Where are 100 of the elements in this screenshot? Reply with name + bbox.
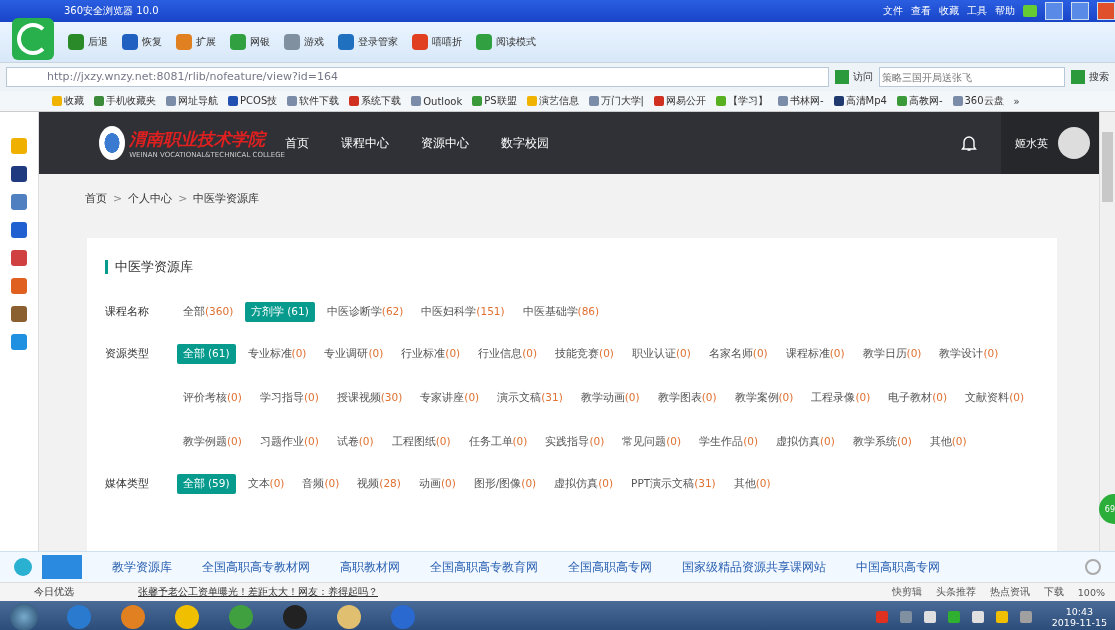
menu-item[interactable]: 帮助 [995,4,1015,18]
filter-option[interactable]: 专业标准(0) [241,344,313,364]
scrollbar[interactable] [1099,112,1115,551]
site-link[interactable]: 高职教材网 [340,558,400,576]
toolbar-button[interactable]: 游戏 [284,34,324,50]
filter-option[interactable]: 试卷(0) [330,432,380,452]
site-link[interactable]: 全国高职高专教育网 [430,558,538,576]
status-tool[interactable]: 下载 [1043,585,1064,599]
filter-option[interactable]: 专家讲座(0) [414,388,486,408]
status-tool[interactable]: 热点资讯 [989,585,1030,599]
menu-item[interactable]: 工具 [967,4,987,18]
bookmark-link[interactable]: 演艺信息 [526,94,579,108]
bookmark-link[interactable]: PCOS技 [228,94,278,108]
filter-option[interactable]: 常见问题(0) [616,432,688,452]
sidebar-app-icon[interactable] [11,138,27,154]
filter-option[interactable]: 工程录像(0) [805,388,877,408]
filter-option[interactable]: 教学系统(0) [846,432,918,452]
bookmark-link[interactable]: 万门大学| [588,94,644,108]
sidebar-app-icon[interactable] [11,166,27,182]
breadcrumb-link[interactable]: 首页 [85,190,107,206]
bookmark-link[interactable]: PS联盟 [472,94,517,108]
nav-link[interactable]: 首页 [285,134,309,152]
filter-option[interactable]: 评价考核(0) [177,388,248,408]
settings-icon[interactable] [1085,559,1101,575]
tray-icon[interactable] [899,610,912,623]
bell-icon[interactable] [961,134,977,152]
bookmark-link[interactable]: 网址导航 [166,94,218,108]
maximize-button[interactable] [1071,2,1089,20]
filter-option[interactable]: 学习指导(0) [253,388,325,408]
plus-icon[interactable] [14,558,32,576]
toolbar-button[interactable]: 扩展 [176,34,216,50]
filter-option[interactable]: 中医基础学(86) [516,302,606,322]
bookmark-link[interactable]: 收藏 [52,94,84,108]
nav-link[interactable]: 课程中心 [341,134,389,152]
filter-option[interactable]: 任务工单(0) [462,432,534,452]
filter-option[interactable]: 动画(0) [412,474,462,494]
bookmark-link[interactable]: 手机收藏夹 [94,94,156,108]
toolbar-button[interactable]: 阅读模式 [476,34,536,50]
search-field[interactable]: 策略三国开局送张飞 [879,67,1065,87]
filter-option[interactable]: 教学图表(0) [651,388,723,408]
filter-option[interactable]: 其他(0) [727,474,777,494]
start-button[interactable] [10,602,38,630]
site-link[interactable]: 全国高职高专网 [568,558,652,576]
filter-option[interactable]: 文本(0) [241,474,291,494]
filter-option[interactable]: 名家名师(0) [702,344,774,364]
toolbar-button[interactable]: 网银 [230,34,270,50]
nav-link[interactable]: 数字校园 [501,134,549,152]
filter-option[interactable]: 专业调研(0) [318,344,390,364]
close-button[interactable] [1097,2,1115,20]
filter-option[interactable]: 文献资料(0) [959,388,1030,408]
filter-option[interactable]: 课程标准(0) [779,344,851,364]
address-field[interactable]: http://jxzy.wnzy.net:8081/rlib/nofeature/view?id=164 [6,67,829,87]
toolbar-button[interactable]: 后退 [68,34,108,50]
sidebar-app-icon[interactable] [11,278,27,294]
bookmark-link[interactable]: 高教网- [896,94,943,108]
filter-option[interactable]: 职业认证(0) [625,344,697,364]
filter-option[interactable]: 虚拟仿真(0) [770,432,841,452]
user-menu[interactable]: 姬水英 [1001,112,1099,174]
menu-item[interactable]: 查看 [911,4,931,18]
filter-option[interactable]: 电子教材(0) [882,388,954,408]
visit-button[interactable]: 访问 [835,70,873,84]
tray-icon[interactable] [1019,610,1032,623]
filter-option[interactable]: 实践指导(0) [539,432,611,452]
sidebar-app-icon[interactable] [11,222,27,238]
filter-option[interactable]: 行业标准(0) [395,344,467,364]
filter-option[interactable]: 中医诊断学(62) [320,302,410,322]
site-link[interactable]: 全国高职高专教材网 [202,558,310,576]
bookmark-link[interactable]: 高清Mp4 [833,94,887,108]
site-link[interactable]: 教学资源库 [112,558,172,576]
sidebar-app-icon[interactable] [11,194,27,210]
filter-option[interactable]: 中医妇科学(151) [415,302,511,322]
sidebar-app-icon[interactable] [11,306,27,322]
filter-option[interactable]: 演示文稿(31) [491,388,569,408]
filter-option[interactable]: 授课视频(30) [330,388,409,408]
today-picks-link[interactable]: 今日优选 [34,585,74,599]
menu-item[interactable]: 收藏 [939,4,959,18]
more-bookmarks-button[interactable]: » [1013,95,1020,107]
toolbar-button[interactable]: 恢复 [122,34,162,50]
breadcrumb-link[interactable]: 个人中心 [128,190,173,206]
site-link[interactable]: 国家级精品资源共享课网站 [682,558,826,576]
filter-option[interactable]: 教学动画(0) [574,388,646,408]
toolbar-button[interactable]: 嘻嘻折 [412,34,462,50]
sidebar-app-icon[interactable] [11,334,27,350]
filter-option[interactable]: 工程图纸(0) [385,432,457,452]
filter-option[interactable]: 音频(0) [296,474,346,494]
bookmark-link[interactable]: 【学习】 [715,94,768,108]
toolbar-button[interactable]: 登录管家 [338,34,398,50]
bookmark-link[interactable]: 书林网- [777,94,824,108]
filter-option[interactable]: 其他(0) [923,432,973,452]
status-tool[interactable]: 头条推荐 [935,585,976,599]
filter-option[interactable]: 教学日历(0) [856,344,928,364]
filter-option[interactable]: PPT演示文稿(31) [625,474,722,494]
bookmark-link[interactable]: 360云盘 [952,94,1004,108]
status-tool[interactable]: 快剪辑 [891,585,922,599]
filter-option[interactable]: 教学案例(0) [728,388,800,408]
filter-option[interactable]: 教学设计(0) [933,344,1005,364]
filter-option[interactable]: 视频(28) [351,474,407,494]
site-link[interactable]: 中国高职高专网 [856,558,940,576]
filter-option[interactable]: 图形/图像(0) [467,474,543,494]
bookmark-link[interactable]: Outlook [411,95,463,107]
